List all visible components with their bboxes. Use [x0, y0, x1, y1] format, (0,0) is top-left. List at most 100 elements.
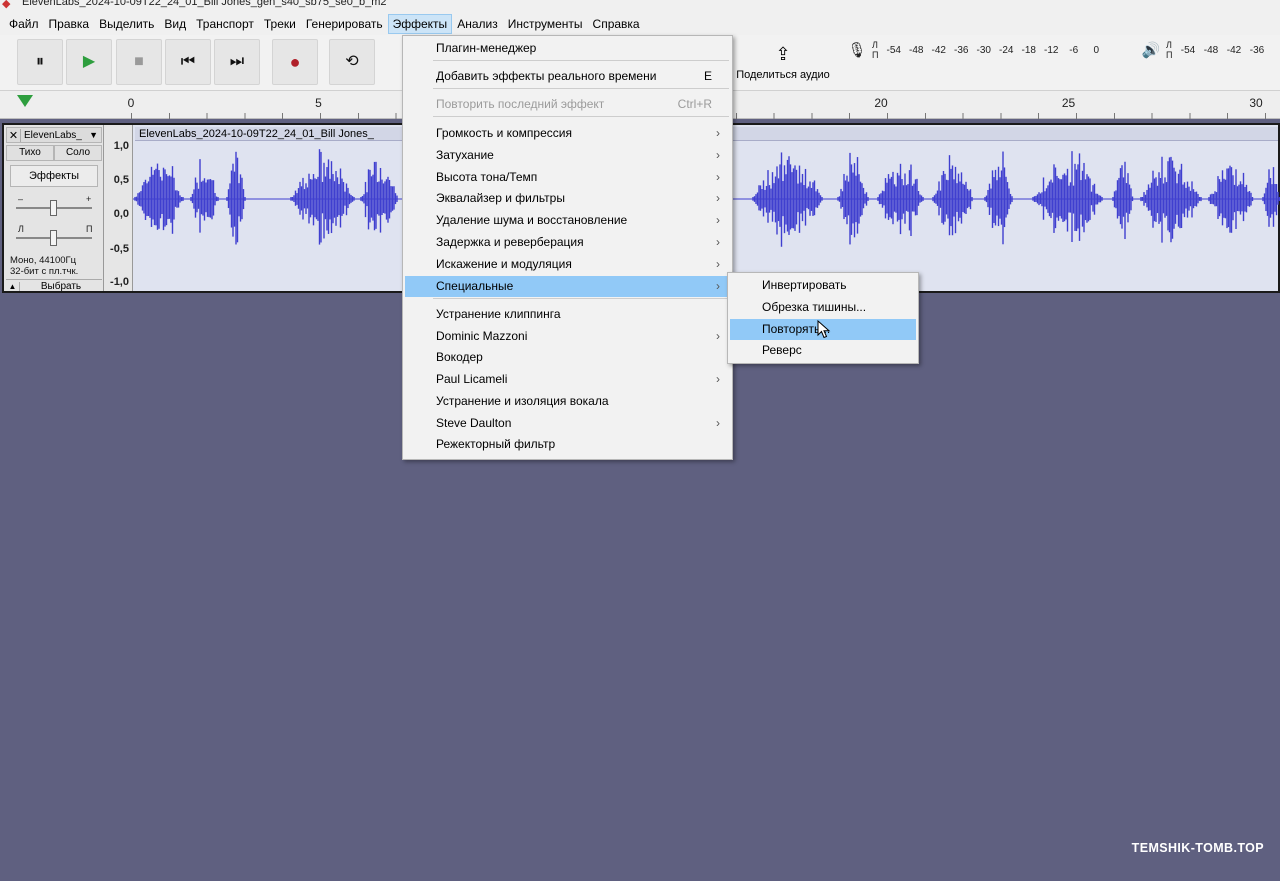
effects-menu-item-label: Добавить эффекты реального времени: [436, 69, 657, 83]
effects-menu-item[interactable]: Режекторный фильтр: [405, 434, 730, 455]
effects-menu-item[interactable]: Плагин-менеджер: [405, 38, 730, 59]
ruler-label: 25: [1061, 96, 1076, 110]
menu-4[interactable]: Вид: [159, 14, 191, 34]
chevron-right-icon: ›: [716, 148, 720, 162]
meter-tick: -48: [908, 44, 924, 56]
chevron-right-icon: ›: [716, 235, 720, 249]
stop-button[interactable]: ■: [116, 39, 162, 85]
play-meter-p: П: [1166, 50, 1173, 60]
gain-plus-label: +: [86, 194, 92, 204]
gain-minus-label: –: [18, 194, 24, 204]
meter-tick: 0: [1093, 44, 1099, 56]
effects-menu-item-label: Вокодер: [436, 350, 483, 364]
pause-icon: ⏸: [35, 53, 44, 70]
effects-menu-item-label: Steve Daulton: [436, 416, 512, 430]
gain-slider-knob[interactable]: [50, 200, 57, 216]
share-audio-button[interactable]: ⇪ Поделиться аудио: [730, 37, 836, 87]
effects-menu-item-label: Режекторный фильтр: [436, 437, 556, 451]
skip-start-button[interactable]: ⏮: [165, 39, 211, 85]
pan-slider-knob[interactable]: [50, 230, 57, 246]
mute-button[interactable]: Тихо: [6, 145, 54, 161]
close-track-icon[interactable]: ✕: [7, 128, 21, 142]
effects-menu-item[interactable]: Громкость и компрессия ›: [405, 123, 730, 144]
chevron-right-icon: ›: [716, 213, 720, 227]
special-submenu-item[interactable]: Реверс: [730, 340, 916, 361]
skip-end-button[interactable]: ⏭: [214, 39, 260, 85]
effects-menu-item[interactable]: Добавить эффекты реального времени E: [405, 66, 730, 87]
scale-label: 1,0: [113, 140, 129, 152]
menu-11[interactable]: Справка: [588, 14, 645, 34]
effects-menu-item[interactable]: Steve Daulton ›: [405, 413, 730, 434]
effects-menu-item[interactable]: Задержка и реверберация ›: [405, 232, 730, 253]
select-track-button[interactable]: Выбрать: [20, 281, 102, 292]
menu-2[interactable]: Правка: [44, 14, 95, 34]
record-meter[interactable]: 🎙 Л П -54 -48 -42 -36 -30 -24 -18 -12 -6 0: [846, 38, 1107, 62]
menu-3[interactable]: Выделить: [94, 14, 159, 34]
meter-tick: -48: [1203, 44, 1219, 56]
effects-menu-item-label: Устранение клиппинга: [436, 307, 561, 321]
special-submenu-item[interactable]: Обрезка тишины...: [730, 297, 916, 318]
track-effects-button[interactable]: Эффекты: [10, 165, 98, 187]
chevron-right-icon: ›: [716, 126, 720, 140]
meter-tick: -42: [931, 44, 946, 56]
record-button[interactable]: ●: [272, 39, 318, 85]
track-name-menu[interactable]: ElevenLabs_: [21, 130, 89, 141]
pan-slider[interactable]: [16, 230, 92, 246]
effects-menu-item[interactable]: Вокодер: [405, 347, 730, 368]
effects-menu-item[interactable]: Затухание ›: [405, 145, 730, 166]
ruler-label: 20: [874, 96, 888, 110]
pause-button[interactable]: ⏸: [17, 39, 63, 85]
effects-menu-item[interactable]: Удаление шума и восстановление ›: [405, 210, 730, 231]
chevron-down-icon[interactable]: ▼: [89, 130, 101, 140]
effects-menu-item[interactable]: Искажение и модуляция ›: [405, 254, 730, 275]
effects-menu-item[interactable]: Paul Licameli ›: [405, 369, 730, 390]
play-head-marker-icon[interactable]: [17, 95, 33, 107]
record-meter-l: Л: [872, 40, 878, 50]
effects-menu-item-label: Затухание: [436, 148, 494, 162]
effects-menu-item[interactable]: Высота тона/Темп ›: [405, 167, 730, 188]
menu-9[interactable]: Анализ: [452, 14, 503, 34]
chevron-right-icon: ›: [716, 257, 720, 271]
menu-1[interactable]: Файл: [4, 14, 44, 34]
gain-slider[interactable]: [16, 200, 92, 216]
menu-7[interactable]: Генерировать: [301, 14, 388, 34]
mouse-cursor-icon: [817, 320, 831, 339]
meter-tick: -6: [1069, 44, 1079, 56]
effects-menu-item[interactable]: Устранение клиппинга: [405, 304, 730, 325]
scale-label: 0,5: [113, 174, 129, 186]
share-audio-label: Поделиться аудио: [736, 68, 830, 81]
effects-menu-item[interactable]: Специальные ›: [405, 276, 730, 297]
menu-6[interactable]: Треки: [259, 14, 301, 34]
menu-5[interactable]: Транспорт: [191, 14, 259, 34]
loop-icon: ⟲: [345, 53, 359, 70]
effects-menu-item-label: Высота тона/Темп: [436, 170, 538, 184]
effects-menu-item-label: Плагин-менеджер: [436, 41, 537, 55]
shortcut-label: E: [703, 69, 712, 83]
playback-meter-ticks: -54 -48 -42 -36: [1176, 45, 1268, 56]
play-button[interactable]: ▶: [66, 39, 112, 85]
meter-tick: -12: [1043, 44, 1059, 56]
menu-separator: [433, 116, 729, 117]
menu-10[interactable]: Инструменты: [503, 14, 588, 34]
effects-menu-item[interactable]: Устранение и изоляция вокала: [405, 391, 730, 412]
menu-8[interactable]: Эффекты: [387, 13, 453, 34]
pan-right-label: П: [86, 224, 93, 234]
amplitude-scale: 1,0 0,5 0,0 -0,5 -1,0: [104, 125, 133, 291]
solo-button[interactable]: Соло: [54, 145, 102, 161]
track-info-rate: Моно, 44100Гц: [10, 255, 77, 266]
effects-menu-item[interactable]: Эквалайзер и фильтры ›: [405, 188, 730, 209]
chevron-right-icon: ›: [716, 329, 720, 343]
effects-menu-item-label: Искажение и модуляция: [436, 257, 572, 271]
meter-tick: -18: [1021, 44, 1036, 56]
ruler-label: 0: [127, 96, 135, 110]
loop-button[interactable]: ⟲: [329, 39, 375, 85]
play-meter-l: Л: [1166, 40, 1172, 50]
effects-menu-item[interactable]: Dominic Mazzoni ›: [405, 326, 730, 347]
playback-meter[interactable]: 🔊 Л П -54 -48 -42 -36: [1140, 38, 1268, 62]
chevron-right-icon: ›: [716, 170, 720, 184]
collapse-track-icon[interactable]: ▲: [6, 282, 20, 291]
speaker-icon: 🔊: [1141, 42, 1161, 59]
track-info: Моно, 44100Гц 32-бит с пл.тчк.: [10, 255, 78, 277]
special-submenu-item[interactable]: Инвертировать: [730, 275, 916, 296]
scale-label: 0,0: [113, 208, 129, 220]
